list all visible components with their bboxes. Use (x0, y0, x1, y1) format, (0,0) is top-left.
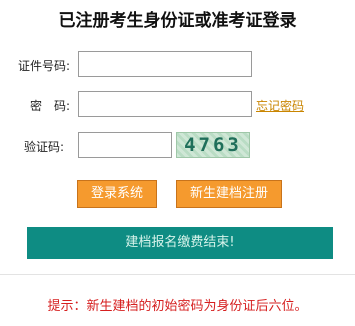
captcha-label: 验证码: (24, 140, 65, 154)
captcha-image[interactable]: 4763 (176, 132, 250, 158)
page-title: 已注册考生身份证或准考证登录 (58, 11, 297, 31)
password-tip: 提示：新生建档的初始密码为身份证后六位。 (47, 299, 308, 314)
divider (0, 274, 355, 275)
register-button[interactable]: 新生建档注册 (176, 180, 282, 208)
password-label: 密 码: (30, 99, 71, 113)
id-number-input[interactable] (78, 51, 252, 77)
captcha-input[interactable] (78, 132, 172, 158)
registration-closed-banner[interactable]: 建档报名缴费结束! (27, 227, 333, 259)
password-input[interactable] (78, 91, 252, 117)
login-button[interactable]: 登录系统 (77, 180, 157, 208)
forgot-password-link[interactable]: 忘记密码 (256, 97, 304, 114)
id-number-label: 证件号码: (18, 59, 71, 73)
